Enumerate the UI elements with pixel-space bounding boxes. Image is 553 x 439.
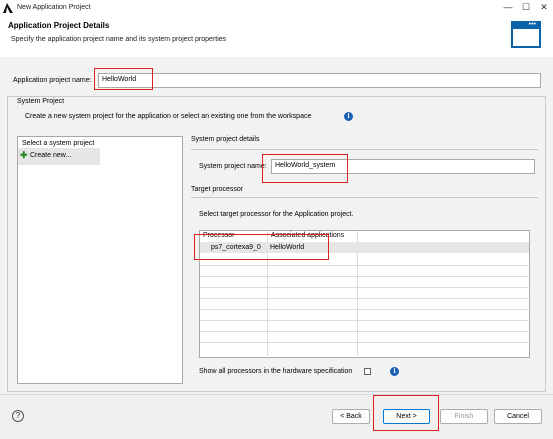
system-project-list-header: Select a system project bbox=[22, 140, 95, 147]
highlight-box-system-name bbox=[262, 154, 348, 183]
plus-icon: ✚ bbox=[20, 150, 28, 160]
app-project-name-input[interactable]: HelloWorld bbox=[98, 73, 541, 88]
divider bbox=[191, 149, 538, 150]
info-icon[interactable]: i bbox=[344, 112, 353, 121]
system-project-name-label: System project name: bbox=[199, 163, 267, 170]
page-subtitle: Specify the application project name and… bbox=[11, 36, 227, 43]
maximize-button[interactable]: ☐ bbox=[518, 2, 534, 13]
system-project-details-title: System project details bbox=[191, 136, 260, 143]
info-icon[interactable]: i bbox=[390, 367, 399, 376]
minimize-button[interactable]: — bbox=[500, 2, 516, 12]
app-logo-icon bbox=[3, 3, 13, 13]
highlight-box-app-name bbox=[94, 68, 153, 90]
window-title: New Application Project bbox=[17, 4, 91, 11]
highlight-box-processor bbox=[194, 234, 329, 260]
page-title: Application Project Details bbox=[8, 21, 110, 30]
show-all-processors-checkbox[interactable] bbox=[364, 368, 371, 375]
show-all-processors-label: Show all processors in the hardware spec… bbox=[199, 368, 353, 375]
system-project-group-title: System Project bbox=[17, 98, 65, 105]
highlight-box-next bbox=[373, 395, 439, 431]
close-button[interactable]: ✕ bbox=[536, 2, 552, 13]
create-new-label: Create new... bbox=[30, 152, 72, 159]
help-icon[interactable]: ? bbox=[12, 410, 24, 422]
app-project-name-label: Application project name: bbox=[13, 77, 92, 84]
cancel-button[interactable]: Cancel bbox=[494, 409, 542, 424]
finish-button[interactable]: Finish bbox=[440, 409, 488, 424]
list-item[interactable]: ✚ Create new... bbox=[18, 148, 100, 165]
back-button[interactable]: < Back bbox=[332, 409, 370, 424]
divider bbox=[191, 197, 538, 198]
select-target-text: Select target processor for the Applicat… bbox=[199, 211, 354, 218]
system-project-description: Create a new system project for the appl… bbox=[25, 113, 312, 120]
title-bar: New Application Project — ☐ ✕ bbox=[0, 0, 553, 17]
system-project-list bbox=[17, 136, 183, 384]
wizard-banner-icon: ••• bbox=[511, 21, 541, 48]
target-processor-title: Target processor bbox=[191, 186, 244, 193]
